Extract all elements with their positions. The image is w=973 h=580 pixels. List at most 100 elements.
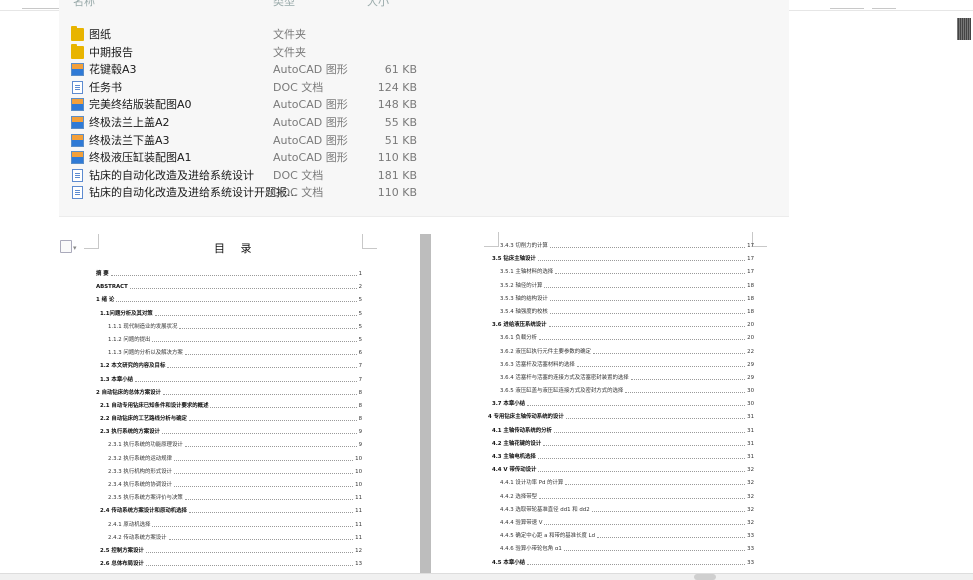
toc-entry[interactable]: 3.7 本章小结 30 (488, 398, 754, 411)
toc-entry[interactable]: 4.4.5 确定中心距 a 和带的基准长度 Ld 33 (488, 530, 754, 543)
toc-leader-dots (550, 247, 745, 248)
file-row[interactable]: 终极液压缸装配图A1 AutoCAD 图形 110 KB (71, 149, 431, 166)
page-corner-mark (362, 234, 377, 249)
toc-entry[interactable]: 2.1 自动专用钻床已知条件和设计要求的概述 8 (96, 400, 362, 413)
column-header-name[interactable]: 名称 (73, 0, 95, 14)
toc-entry[interactable]: 4.4 V 带传动设计 32 (488, 464, 754, 477)
toc-leader-dots (550, 312, 745, 314)
toc-page-number: 29 (747, 374, 754, 381)
toc-entry[interactable]: 4.3 主轴电机选择 31 (488, 451, 754, 464)
toc-entry[interactable]: 1.2 本文研究的内容及目标 7 (96, 360, 362, 373)
toc-entry-text: 摘 要 (96, 271, 109, 277)
toc-entry-text: 2.4 传动系统方案设计和原动机选择 (100, 508, 187, 515)
toc-entry[interactable]: 4.4.4 验算带速 V 32 (488, 517, 754, 530)
toc-entry[interactable]: 2.3.1 执行系统的功能原理设计 9 (96, 439, 362, 452)
toc-entry[interactable]: 2.3.3 执行机构的形式设计 10 (96, 466, 362, 479)
toc-entry[interactable]: 1.1问题分析及其对策 5 (96, 308, 362, 321)
toc-entry[interactable]: 摘 要 1 (96, 268, 362, 281)
toc-leader-dots (163, 393, 357, 395)
toc-leader-dots (146, 551, 353, 553)
file-type: 文件夹 (273, 28, 306, 41)
toc-entry[interactable]: 3.6.1 负载分析 20 (488, 332, 754, 345)
page-menu-icon[interactable] (60, 240, 72, 253)
file-row[interactable]: 图纸 文件夹 (71, 26, 431, 43)
file-size: 55 KB (384, 116, 417, 129)
toc-entry[interactable]: 1.1.1 现代制造业的发展状况 5 (96, 321, 362, 334)
toc-entry[interactable]: 2.6 总体布局设计 13 (96, 558, 362, 571)
toc-entry[interactable]: 3.5.2 轴径的计算 18 (488, 280, 754, 293)
toc-leader-dots (597, 537, 745, 539)
toc-entry[interactable]: 4.4.3 选取带轮基准直径 dd1 和 dd2 32 (488, 504, 754, 517)
toc-entry[interactable]: 3.6.4 活塞杆与活塞的连接方式及活塞密封装置的选择 29 (488, 372, 754, 385)
file-row[interactable]: 任务书 DOC 文档 124 KB (71, 79, 431, 96)
toc-entry-text: 2.3.4 执行系统的协调设计 (108, 482, 172, 488)
side-panel-button[interactable] (957, 18, 971, 40)
toc-entry[interactable]: 2.3.4 执行系统的协调设计 10 (96, 479, 362, 492)
toc-entry-text: 2.1 自动专用钻床已知条件和设计要求的概述 (100, 402, 209, 409)
toc-entry[interactable]: 1.1.3 问题的分析以及解决方案 6 (96, 347, 362, 360)
file-row[interactable]: 中期报告 文件夹 (71, 43, 431, 61)
toc-entry[interactable]: 4.4.6 验算小带轮包角 α1 33 (488, 543, 754, 556)
toc-entry[interactable]: 1 绪 论 5 (96, 294, 362, 307)
file-row[interactable]: 钻床的自动化改造及进给系统设计开题报... DOC 文档 110 KB (71, 184, 431, 201)
file-row[interactable]: 完美终结版装配图A0 AutoCAD 图形 148 KB (71, 96, 431, 113)
toc-entry[interactable]: 2.3.5 执行系统方案评价与决策 11 (96, 492, 362, 505)
ruler-segment (830, 8, 864, 9)
toc-entry[interactable]: 3.5 钻床主轴设计 17 (488, 253, 754, 266)
toc-entry[interactable]: 2.2 自动钻床的工艺路线分析与确定 8 (96, 413, 362, 426)
toc-leader-dots (152, 340, 357, 342)
toc-entry-text: 1.1.1 现代制造业的发展状况 (108, 323, 178, 330)
scrollbar-thumb[interactable] (694, 574, 716, 580)
toc-entry[interactable]: 2.4 传动系统方案设计和原动机选择 11 (96, 505, 362, 518)
toc-entry[interactable]: 4.4.1 设计功率 Pd 的计算 32 (488, 477, 754, 490)
toc-page-number: 11 (355, 521, 362, 528)
toc-entry[interactable]: 2.4.1 原动机选择 11 (96, 519, 362, 532)
toc-entry[interactable]: 2.5 控制方案设计 12 (96, 545, 362, 558)
autocad-file-icon (71, 63, 84, 77)
toc-entry-text: 2.4.2 传动系统方案设计 (108, 534, 167, 541)
toc-entry[interactable]: 3.5.4 轴强度的校核 18 (488, 306, 754, 319)
toc-entry[interactable]: 4.4.2 选择带型 32 (488, 491, 754, 504)
toc-page-number: 32 (747, 506, 754, 513)
file-row[interactable]: 终极法兰上盖A2 AutoCAD 图形 55 KB (71, 114, 431, 131)
file-row[interactable]: 终极法兰下盖A3 AutoCAD 图形 51 KB (71, 132, 431, 149)
toc-entry[interactable]: 3.5.1 主轴材料的选择 17 (488, 266, 754, 279)
toc-entry-text: 3.6.1 负载分析 (500, 335, 537, 342)
toc-entry-text: 3.5.2 轴径的计算 (500, 282, 543, 289)
toc-page-number: 11 (355, 508, 362, 515)
toc-entry[interactable]: 3.6 进给液压系统设计 20 (488, 319, 754, 332)
file-name: 钻床的自动化改造及进给系统设计开题报... (89, 186, 298, 200)
toc-entry-text: 4.3 主轴电机选择 (492, 454, 536, 460)
toc-leader-dots (210, 406, 357, 408)
toc-page-number: 32 (747, 493, 754, 500)
toc-entry[interactable]: 2.3.2 执行系统的运动规律 10 (96, 453, 362, 466)
toc-page-number: 8 (358, 416, 362, 423)
column-header-type[interactable]: 类型 (273, 0, 295, 14)
column-header-size[interactable]: 大小 (367, 0, 389, 14)
toc-entry[interactable]: ABSTRACT 2 (96, 281, 362, 294)
toc-leader-dots (544, 286, 745, 288)
toc-entry-text: 4 专用钻床主轴传动系统的设计 (488, 414, 564, 421)
toc-entry[interactable]: 3.4.3 切削力的计算 17 (488, 240, 754, 253)
toc-entry[interactable]: 4 专用钻床主轴传动系统的设计 31 (488, 411, 754, 424)
file-row[interactable]: 花键毂A3 AutoCAD 图形 61 KB (71, 61, 431, 78)
toc-entry[interactable]: 2.3 执行系统的方案设计 9 (96, 426, 362, 439)
toc-entry[interactable]: 1.1.2 问题的提出 5 (96, 334, 362, 347)
toc-entry[interactable]: 3.6.2 液压缸执行元件主要参数的确定 22 (488, 346, 754, 359)
toc-entry[interactable]: 4.2 主轴花键的设计 31 (488, 438, 754, 451)
toc-entry[interactable]: 2.4.2 传动系统方案设计 11 (96, 532, 362, 545)
toc-entry[interactable]: 1.3 本章小结 7 (96, 374, 362, 387)
toc-leader-dots (162, 433, 357, 435)
toc-page-number: 18 (747, 282, 754, 289)
toc-entry[interactable]: 4.1 主轴传动系统的分析 31 (488, 425, 754, 438)
toc-entry[interactable]: 2 自动钻床的总体方案设计 8 (96, 387, 362, 400)
toc-leader-dots (152, 525, 353, 527)
toc-entry[interactable]: 3.5.3 轴的结构设计 18 (488, 293, 754, 306)
toc-entry[interactable]: 3.6.3 活塞杆及活塞材料的选择 29 (488, 359, 754, 372)
toc-leader-dots (631, 378, 745, 380)
toc-entry[interactable]: 4.5 本章小结 33 (488, 557, 754, 570)
toc-entry[interactable]: 3.6.5 液压缸盖与液压缸连接方式及密封方式的选择 30 (488, 385, 754, 398)
file-row[interactable]: 钻床的自动化改造及进给系统设计 DOC 文档 181 KB (71, 167, 431, 184)
file-name: 终极法兰下盖A3 (89, 133, 170, 147)
chevron-down-icon[interactable]: ▾ (73, 244, 77, 252)
